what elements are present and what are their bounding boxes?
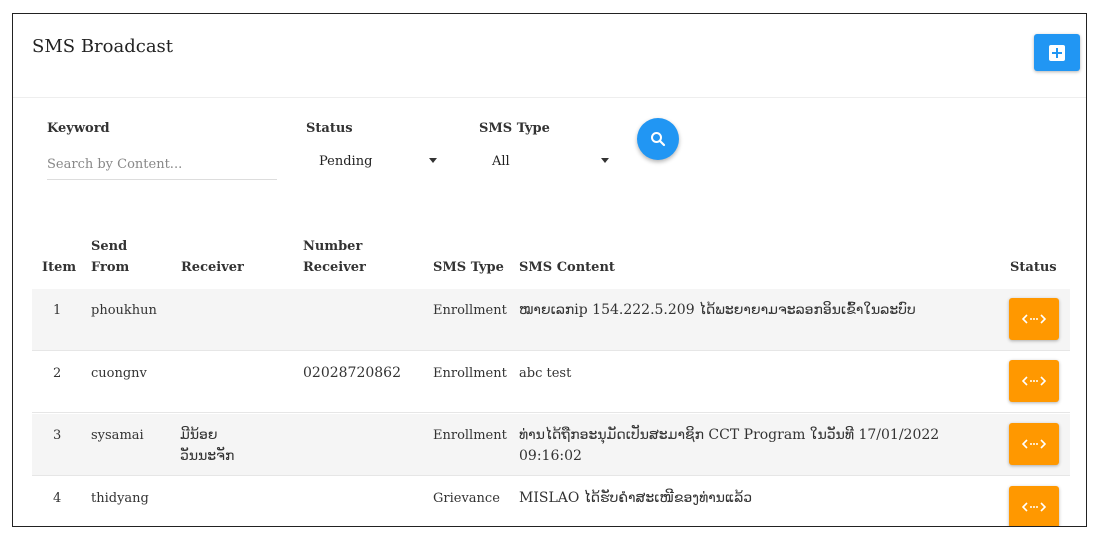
- cell-sms-content: MISLAO ໄດ້ຮັບຄຳສະເໜີຂອງທ່ານແລ້ວ: [519, 490, 753, 506]
- column-header-sms-type: SMS Type: [433, 260, 504, 275]
- column-header-receiver: Receiver: [181, 260, 244, 275]
- chevron-down-icon: [601, 158, 609, 163]
- cell-sms-content-line1: ທ່ານໄດ້ຖືກອະນຸມັດເປັນສະມາຊິກ CCT Program…: [519, 427, 940, 443]
- table-row: 3 sysamai ມີນ້ອຍ ວັນນະຈັກ Enrollment ທ່າ…: [32, 414, 1070, 476]
- cell-sms-type: Enrollment: [433, 428, 507, 443]
- sms-type-select[interactable]: All: [492, 147, 609, 175]
- column-header-send-from-line1: Send: [91, 239, 128, 254]
- search-button[interactable]: [637, 118, 679, 160]
- cell-send-from: phoukhun: [91, 303, 157, 318]
- cell-sms-content: abc test: [519, 366, 572, 381]
- cell-send-from: cuongnv: [91, 366, 147, 381]
- sms-type-select-value: All: [492, 153, 510, 169]
- cell-receiver-line1: ມີນ້ອຍ: [180, 427, 218, 443]
- column-header-status: Status: [1010, 260, 1057, 275]
- column-header-number-receiver-line1: Number: [303, 239, 363, 254]
- cell-item: 1: [53, 303, 62, 318]
- search-icon: [651, 132, 666, 147]
- sms-broadcast-panel: SMS Broadcast Keyword Status Pending SMS…: [12, 13, 1087, 527]
- column-header-number-receiver-line2: Receiver: [303, 260, 366, 275]
- cell-item: 4: [53, 491, 62, 506]
- code-arrows-icon: [1022, 502, 1046, 512]
- keyword-label: Keyword: [47, 121, 110, 136]
- page-title: SMS Broadcast: [32, 36, 174, 57]
- status-action-button[interactable]: [1009, 486, 1059, 526]
- status-action-button[interactable]: [1009, 298, 1059, 340]
- chevron-down-icon: [429, 158, 437, 163]
- cell-send-from: thidyang: [91, 491, 149, 506]
- cell-sms-content: ໝາຍເລກip 154.222.5.209 ໄດ້ພະຍາຍາມຈະລອກອິ…: [519, 302, 916, 318]
- table-row: 2 cuongnv 02028720862 Enrollment abc tes…: [32, 351, 1070, 413]
- code-arrows-icon: [1022, 439, 1046, 449]
- code-arrows-icon: [1022, 376, 1046, 386]
- table-row: 1 phoukhun Enrollment ໝາຍເລກip 154.222.5…: [32, 289, 1070, 351]
- cell-item: 2: [53, 366, 62, 381]
- plus-square-icon: [1049, 44, 1065, 61]
- status-select-value: Pending: [319, 153, 373, 169]
- column-header-sms-content: SMS Content: [519, 260, 615, 275]
- cell-sms-content-line2: 09:16:02: [519, 448, 582, 464]
- cell-sms-type: Enrollment: [433, 366, 507, 381]
- panel-header: SMS Broadcast: [13, 14, 1086, 98]
- column-header-send-from-line2: From: [91, 260, 130, 275]
- status-select[interactable]: Pending: [319, 147, 437, 175]
- sms-type-label: SMS Type: [479, 121, 550, 136]
- status-action-button[interactable]: [1009, 423, 1059, 465]
- cell-number-receiver: 02028720862: [303, 365, 401, 381]
- cell-item: 3: [53, 428, 62, 443]
- cell-sms-type: Grievance: [433, 491, 500, 506]
- cell-sms-type: Enrollment: [433, 303, 507, 318]
- status-label: Status: [306, 121, 353, 136]
- cell-send-from: sysamai: [91, 428, 144, 443]
- code-arrows-icon: [1022, 314, 1046, 324]
- add-sms-button[interactable]: [1034, 34, 1080, 71]
- cell-receiver-line2: ວັນນະຈັກ: [180, 448, 235, 464]
- keyword-search-input[interactable]: [47, 150, 277, 180]
- column-header-item: Item: [42, 260, 77, 275]
- status-action-button[interactable]: [1009, 360, 1059, 402]
- table-row: 4 thidyang Grievance MISLAO ໄດ້ຮັບຄຳສະເໜ…: [32, 477, 1070, 526]
